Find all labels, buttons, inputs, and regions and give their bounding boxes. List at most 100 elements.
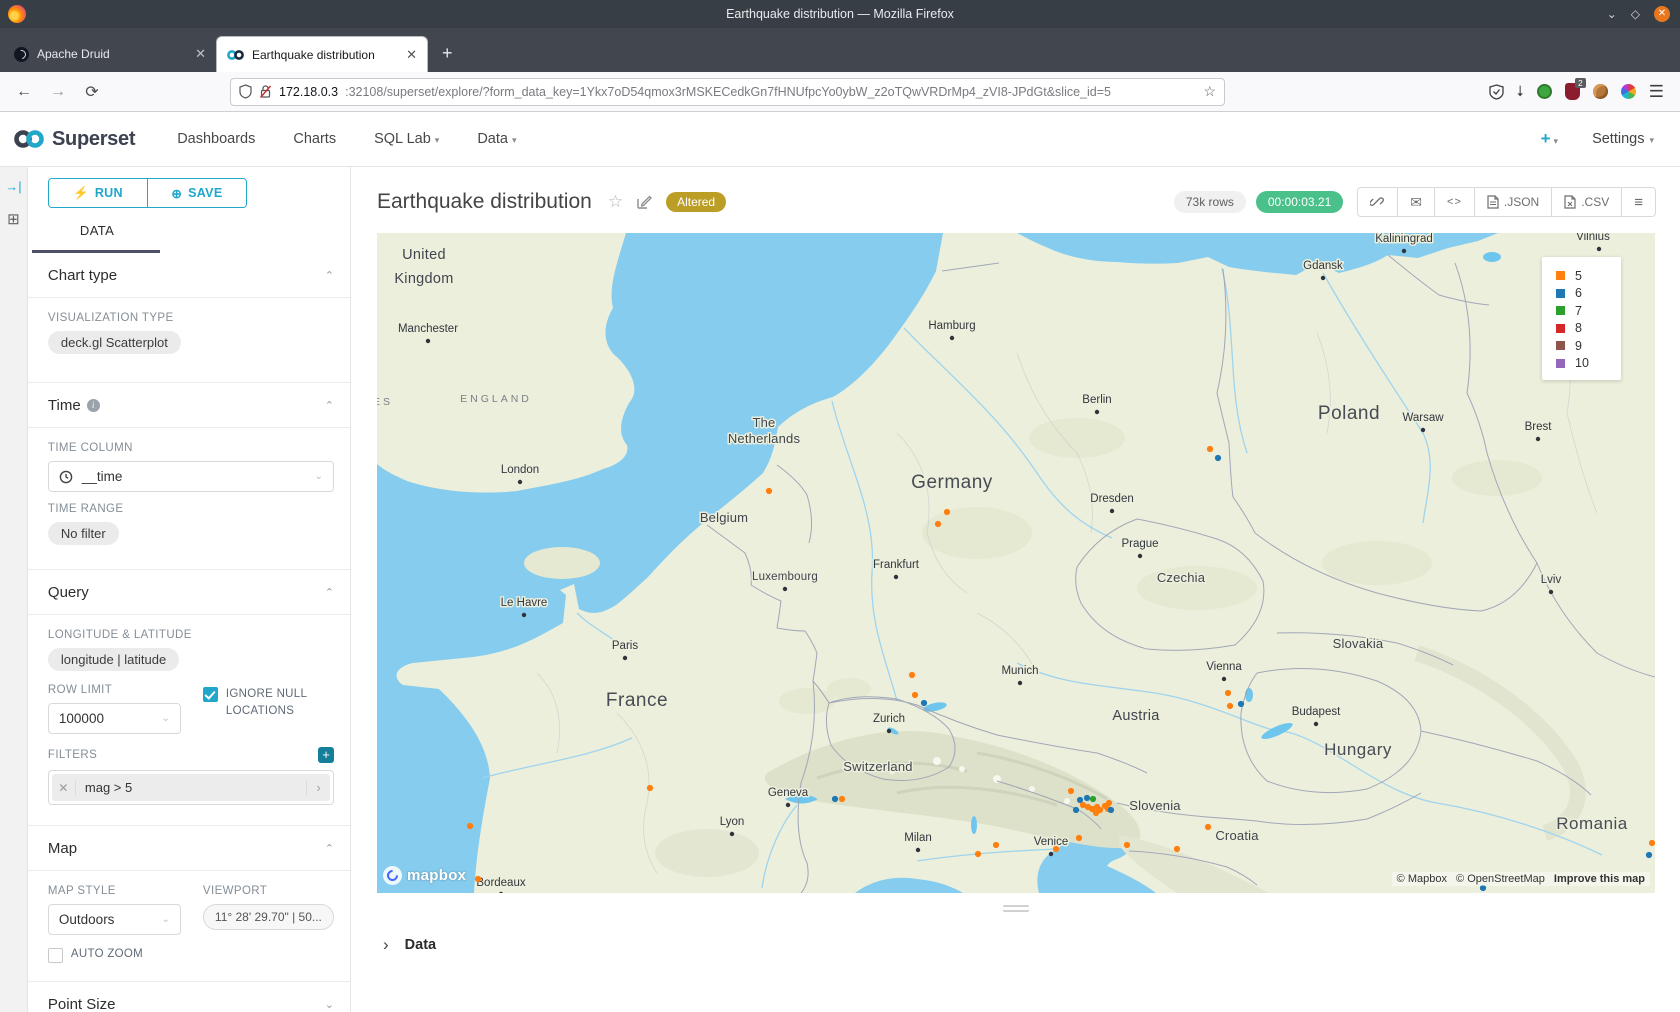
tab-close-icon[interactable]: ✕	[195, 46, 206, 62]
auto-zoom-checkbox[interactable]	[48, 948, 63, 963]
earthquake-point[interactable]	[1106, 800, 1112, 806]
new-tab-button[interactable]: +	[442, 43, 453, 64]
earthquake-point[interactable]	[1090, 796, 1096, 802]
attribution-improve-link[interactable]: Improve this map	[1554, 873, 1645, 885]
add-new-button[interactable]: +▾	[1541, 129, 1558, 149]
earthquake-point[interactable]	[1093, 810, 1099, 816]
earthquake-point[interactable]	[1207, 446, 1213, 452]
forward-button[interactable]: →	[44, 83, 72, 101]
tab-data[interactable]: DATA	[48, 222, 334, 253]
legend-item[interactable]: 5	[1556, 267, 1621, 285]
earthquake-point[interactable]	[467, 823, 473, 829]
earthquake-point[interactable]	[1238, 701, 1244, 707]
viewport-value[interactable]: 11° 28' 29.70" | 50...	[203, 904, 334, 930]
email-button[interactable]: ✉	[1397, 188, 1434, 216]
earthquake-point[interactable]	[1215, 455, 1221, 461]
export-csv-button[interactable]: .CSV	[1551, 188, 1621, 216]
legend-item[interactable]: 6	[1556, 285, 1621, 303]
settings-menu[interactable]: Settings▾	[1592, 131, 1654, 147]
tab-close-icon[interactable]: ✕	[406, 47, 417, 63]
url-bar[interactable]: 172.18.0.3:32108/superset/explore/?form_…	[230, 78, 1225, 106]
row-limit-select[interactable]: 100000 ⌄	[48, 703, 181, 734]
earthquake-point[interactable]	[1174, 846, 1180, 852]
section-query[interactable]: Query⌃	[48, 570, 334, 614]
tab-earthquake-distribution[interactable]: Earthquake distribution ✕	[216, 36, 428, 72]
earthquake-point[interactable]	[1205, 824, 1211, 830]
add-filter-button[interactable]: +	[318, 747, 334, 763]
window-maximize-icon[interactable]: ◇	[1631, 7, 1640, 21]
tracking-shield-icon[interactable]	[239, 84, 252, 99]
extension-green-icon[interactable]	[1537, 84, 1552, 99]
back-button[interactable]: ←	[10, 83, 38, 101]
earthquake-point[interactable]	[1108, 807, 1114, 813]
nav-sql-lab[interactable]: SQL Lab▾	[374, 131, 439, 147]
section-point-size[interactable]: Point Size⌄	[48, 982, 334, 1012]
legend-item[interactable]: 9	[1556, 337, 1621, 355]
earthquake-point[interactable]	[944, 509, 950, 515]
earthquake-point[interactable]	[647, 785, 653, 791]
chevron-right-icon[interactable]: ›	[306, 780, 330, 795]
earthquake-point[interactable]	[766, 488, 772, 494]
earthquake-point[interactable]	[1649, 840, 1655, 846]
reload-button[interactable]: ⟳	[78, 82, 106, 102]
export-json-button[interactable]: .JSON	[1474, 188, 1551, 216]
expand-panel-icon[interactable]: →|	[5, 179, 21, 194]
pocket-shield-icon[interactable]	[1489, 84, 1504, 100]
deckgl-map[interactable]: UnitedKingdomENGLANDESManchesterLondonTh…	[377, 233, 1655, 893]
pinwheel-extension-icon[interactable]	[1621, 84, 1636, 99]
ublock-icon[interactable]: 2	[1565, 83, 1580, 100]
attribution-mapbox[interactable]: © Mapbox	[1397, 873, 1447, 885]
earthquake-point[interactable]	[1073, 807, 1079, 813]
earthquake-point[interactable]	[1227, 703, 1233, 709]
bookmark-star-icon[interactable]: ☆	[1203, 83, 1216, 100]
earthquake-point[interactable]	[993, 842, 999, 848]
panel-resizer-handle[interactable]	[351, 893, 1680, 923]
nav-charts[interactable]: Charts	[293, 131, 336, 147]
earthquake-point[interactable]	[839, 796, 845, 802]
save-button[interactable]: ⊕SAVE	[148, 179, 246, 207]
mapbox-logo[interactable]: mapbox	[383, 866, 466, 885]
section-map[interactable]: Map⌃	[48, 826, 334, 870]
viz-type-value[interactable]: deck.gl Scatterplot	[48, 331, 181, 354]
earthquake-point[interactable]	[909, 672, 915, 678]
run-button[interactable]: ⚡RUN	[49, 179, 148, 207]
time-range-value[interactable]: No filter	[48, 522, 119, 545]
cookie-extension-icon[interactable]	[1593, 84, 1608, 99]
data-panel-toggle[interactable]: › Data	[351, 923, 1680, 967]
earthquake-point[interactable]	[832, 796, 838, 802]
earthquake-point[interactable]	[1068, 788, 1074, 794]
earthquake-point[interactable]	[1646, 852, 1652, 858]
earthquake-point[interactable]	[1076, 835, 1082, 841]
window-minimize-icon[interactable]: ⌄	[1607, 7, 1617, 21]
lonlat-value[interactable]: longitude | latitude	[48, 648, 179, 671]
embed-code-button[interactable]: <>	[1434, 188, 1474, 216]
remove-filter-icon[interactable]: ✕	[52, 781, 76, 795]
legend-item[interactable]: 10	[1556, 355, 1621, 373]
map-style-select[interactable]: Outdoors ⌄	[48, 904, 181, 935]
insecure-lock-icon[interactable]	[259, 84, 272, 99]
ignore-null-checkbox[interactable]	[203, 687, 218, 702]
edit-properties-icon[interactable]	[636, 194, 652, 210]
earthquake-point[interactable]	[921, 700, 927, 706]
filter-chip[interactable]: ✕ mag > 5 ›	[52, 774, 330, 801]
map-canvas[interactable]: UnitedKingdomENGLANDESManchesterLondonTh…	[377, 233, 1655, 893]
datasource-grid-icon[interactable]: ⊞	[7, 210, 20, 228]
downloads-icon[interactable]: ⭣	[1517, 83, 1524, 100]
earthquake-point[interactable]	[912, 692, 918, 698]
earthquake-point[interactable]	[475, 876, 481, 882]
legend-item[interactable]: 7	[1556, 302, 1621, 320]
nav-dashboards[interactable]: Dashboards	[177, 131, 255, 147]
superset-logo[interactable]: Superset	[12, 128, 135, 151]
attribution-osm[interactable]: © OpenStreetMap	[1456, 873, 1545, 885]
window-close-icon[interactable]: ✕	[1654, 6, 1670, 22]
earthquake-point[interactable]	[1124, 842, 1130, 848]
copy-link-button[interactable]	[1358, 188, 1397, 216]
section-chart-type[interactable]: Chart type⌃	[48, 253, 334, 297]
legend-item[interactable]: 8	[1556, 320, 1621, 338]
tab-apache-druid[interactable]: Apache Druid ✕	[4, 36, 216, 72]
earthquake-point[interactable]	[1053, 846, 1059, 852]
earthquake-point[interactable]	[935, 521, 941, 527]
favorite-star-icon[interactable]: ☆	[608, 192, 623, 212]
section-time[interactable]: Timei ⌃	[48, 383, 334, 427]
altered-badge[interactable]: Altered	[666, 192, 726, 212]
